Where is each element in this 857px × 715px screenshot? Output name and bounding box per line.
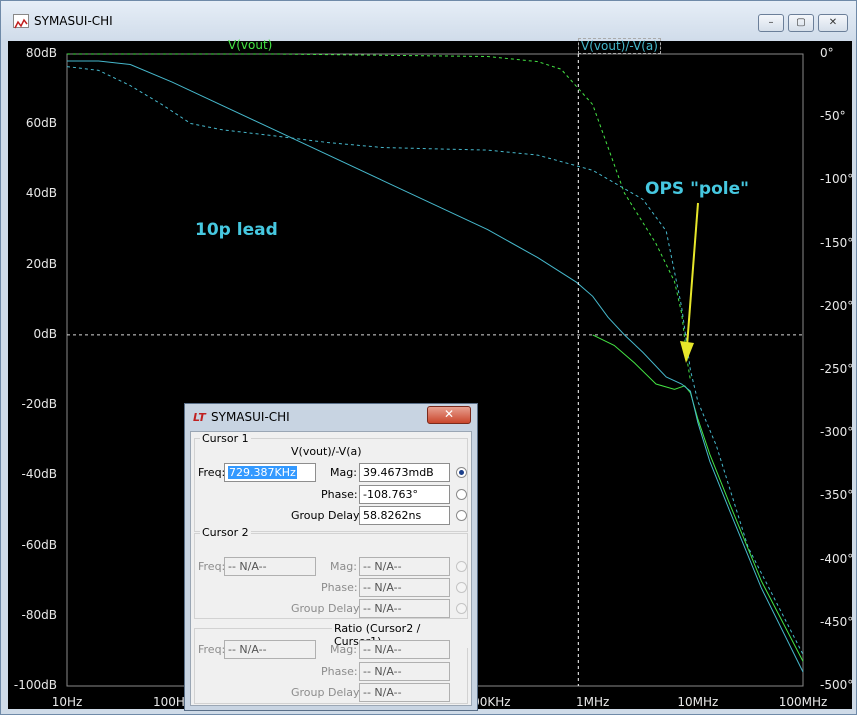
y-tick-label: -20dB bbox=[21, 397, 57, 412]
y-tick-label: -100dB bbox=[13, 678, 57, 692]
cursor2-phase-field[interactable]: -- N/A-- bbox=[359, 578, 450, 597]
close-button[interactable]: ✕ bbox=[818, 14, 848, 32]
cursor1-group-label: Cursor 1 bbox=[200, 432, 251, 445]
ratio-mag-field[interactable]: -- N/A-- bbox=[359, 640, 450, 659]
ratio-freq-field[interactable]: -- N/A-- bbox=[224, 640, 316, 659]
y2-tick-label: -100° bbox=[820, 172, 854, 187]
cursor2-group-delay-radio[interactable] bbox=[456, 603, 467, 614]
pole-arrow-head bbox=[680, 341, 694, 363]
title-bar[interactable]: SYMASUI-CHI – ▢ ✕ bbox=[1, 1, 856, 41]
ratio-group-delay-label: Group Delay: bbox=[291, 686, 363, 699]
cursor1-freq-label: Freq: bbox=[198, 466, 226, 479]
trace-label-vout[interactable]: V(vout) bbox=[228, 38, 272, 52]
cursor2-mag-radio[interactable] bbox=[456, 561, 467, 572]
cursor1-trace-name: V(vout)/-V(a) bbox=[291, 445, 362, 458]
y-tick-label: -60dB bbox=[21, 537, 57, 552]
y-tick-label: -40dB bbox=[21, 467, 57, 482]
x-tick-label: 10MHz bbox=[677, 695, 719, 709]
y2-tick-label: -250° bbox=[820, 362, 854, 376]
waveform-window: SYMASUI-CHI – ▢ ✕ 80dB 60dB 40dB 20dB 0dB -20… bbox=[0, 0, 857, 715]
close-icon: ✕ bbox=[443, 407, 455, 421]
cursor2-mag-field[interactable]: -- N/A-- bbox=[359, 557, 450, 576]
cursor2-group-label: Cursor 2 bbox=[200, 526, 251, 539]
trace-phase-1 bbox=[67, 53, 691, 381]
x-tick-label: 10Hz bbox=[51, 695, 83, 709]
cursor-dialog-title: SYMASUI-CHI bbox=[211, 410, 290, 424]
cursor2-group-delay-field[interactable]: -- N/A-- bbox=[359, 599, 450, 618]
y2-tick-label: -500° bbox=[820, 678, 854, 692]
annotation-ops-pole: OPS "pole" bbox=[645, 179, 749, 199]
cursor-dialog-title-bar[interactable]: LT SYMASUI-CHI ✕ bbox=[185, 404, 477, 431]
y-tick-label: 40dB bbox=[25, 186, 57, 201]
y2-tick-label: -450° bbox=[820, 614, 854, 629]
y-tick-label: -80dB bbox=[21, 607, 57, 622]
cursor1-phase-radio[interactable] bbox=[456, 489, 467, 500]
y-tick-label: 0dB bbox=[33, 326, 57, 341]
cursor-dialog[interactable]: LT SYMASUI-CHI ✕ Cursor 1 V(vout)/-V(a) … bbox=[184, 403, 478, 711]
y2-tick-label: -200° bbox=[820, 298, 854, 313]
y2-tick-label: -300° bbox=[820, 425, 854, 440]
y2-tick-label: -350° bbox=[820, 488, 854, 503]
cursor2-freq-field[interactable]: -- N/A-- bbox=[224, 557, 316, 576]
cursor-dialog-close-button[interactable]: ✕ bbox=[427, 406, 471, 424]
cursor2-freq-label: Freq: bbox=[198, 560, 226, 573]
cursor2-phase-radio[interactable] bbox=[456, 582, 467, 593]
ltspice-logo-icon: LT bbox=[193, 411, 206, 424]
cursor1-phase-label: Phase: bbox=[321, 488, 358, 501]
cursor1-group-delay-field[interactable]: 58.8262ns bbox=[359, 506, 450, 525]
ratio-group-delay-field[interactable]: -- N/A-- bbox=[359, 683, 450, 702]
cursor1-freq-field[interactable]: 729.387KHz bbox=[224, 463, 316, 482]
y-tick-label: 80dB bbox=[25, 46, 57, 60]
pole-arrow-shaft bbox=[686, 202, 699, 347]
minimize-icon: – bbox=[768, 17, 774, 28]
restore-icon: ▢ bbox=[796, 17, 806, 28]
trace-magnitude-0 bbox=[592, 334, 804, 662]
y2-tick-label: -150° bbox=[820, 235, 854, 250]
waveform-app-icon bbox=[13, 14, 29, 29]
ratio-freq-label: Freq: bbox=[198, 643, 226, 656]
cursor1-group-delay-label: Group Delay: bbox=[291, 509, 363, 522]
y-tick-label: 20dB bbox=[25, 256, 57, 271]
minimize-button[interactable]: – bbox=[758, 14, 784, 32]
ratio-mag-label: Mag: bbox=[330, 643, 357, 656]
trace-label-vout-ratio[interactable]: V(vout)/-V(a) bbox=[578, 38, 661, 54]
x-tick-label: 1MHz bbox=[576, 695, 610, 709]
cursor2-mag-label: Mag: bbox=[330, 560, 357, 573]
x-tick-label: 100MHz bbox=[778, 695, 828, 709]
window-title: SYMASUI-CHI bbox=[34, 14, 113, 28]
y2-tick-label: -400° bbox=[820, 551, 854, 566]
cursor2-group-delay-label: Group Delay: bbox=[291, 602, 363, 615]
cursor1-mag-field[interactable]: 39.4673mdB bbox=[359, 463, 450, 482]
cursor1-mag-label: Mag: bbox=[330, 466, 357, 479]
cursor1-freq-value: 729.387KHz bbox=[228, 466, 297, 479]
y2-tick-label: 0° bbox=[820, 46, 834, 60]
annotation-10p-lead: 10p lead bbox=[195, 220, 278, 240]
cursor1-mag-radio[interactable] bbox=[456, 467, 467, 478]
ratio-phase-label: Phase: bbox=[321, 665, 358, 678]
close-icon: ✕ bbox=[828, 17, 838, 28]
cursor2-phase-label: Phase: bbox=[321, 581, 358, 594]
cursor1-group-delay-radio[interactable] bbox=[456, 510, 467, 521]
cursor-dialog-body: Cursor 1 V(vout)/-V(a) Freq: 729.387KHz … bbox=[190, 431, 472, 706]
ratio-phase-field[interactable]: -- N/A-- bbox=[359, 662, 450, 681]
cursor1-phase-field[interactable]: -108.763° bbox=[359, 485, 450, 504]
y2-tick-label: -50° bbox=[820, 109, 846, 124]
restore-button[interactable]: ▢ bbox=[788, 14, 814, 32]
y-tick-label: 60dB bbox=[25, 116, 57, 131]
